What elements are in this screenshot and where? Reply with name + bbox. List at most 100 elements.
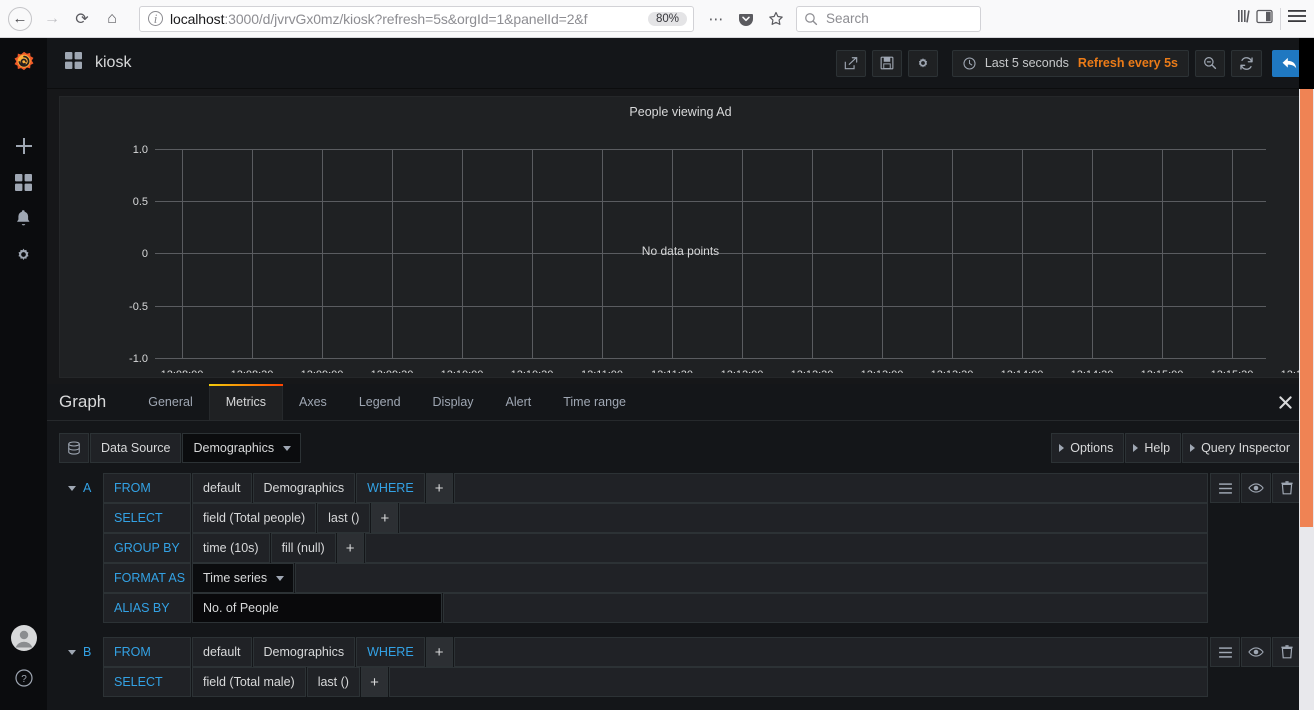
bookmark-star-icon[interactable] <box>762 5 790 33</box>
grafana-logo-icon[interactable] <box>0 48 47 82</box>
pocket-icon[interactable] <box>732 5 760 33</box>
from-measurement-segment[interactable]: Demographics <box>252 637 356 667</box>
plot-area[interactable]: 1.0 0.5 0 -0.5 -1.0 12:08:00 12:08:30 12… <box>60 125 1314 377</box>
svg-text:-0.5: -0.5 <box>129 301 148 313</box>
select-function-segment[interactable]: last () <box>306 667 360 697</box>
zoom-out-icon <box>1204 57 1217 70</box>
query-inspector-button[interactable]: Query Inspector <box>1182 433 1301 463</box>
query-b-menu-button[interactable] <box>1210 637 1240 667</box>
query-a-delete-button[interactable] <box>1272 473 1302 503</box>
format-row-filler <box>295 563 1208 593</box>
datasource-select[interactable]: Demographics <box>182 433 302 463</box>
dashboards-grid-icon[interactable] <box>65 52 82 74</box>
gear-icon <box>18 248 29 260</box>
browser-search-box[interactable]: Search <box>796 5 981 32</box>
query-a-menu-button[interactable] <box>1210 473 1240 503</box>
zoom-out-button[interactable] <box>1195 49 1225 77</box>
tab-legend[interactable]: Legend <box>343 384 417 420</box>
sidebar-item-configuration[interactable] <box>0 236 47 272</box>
svg-text:12:12:00: 12:12:00 <box>721 369 764 373</box>
query-a-select-row: SELECT field (Total people) last () + <box>103 503 1209 533</box>
browser-home-button[interactable]: ⌂ <box>97 4 127 34</box>
query-b-letter: B <box>83 645 92 659</box>
share-dashboard-button[interactable] <box>835 49 866 77</box>
select-field-segment[interactable]: field (Total people) <box>192 503 317 533</box>
select-label: SELECT <box>103 667 191 697</box>
add-where-button[interactable]: + <box>425 473 453 503</box>
add-groupby-button[interactable]: + <box>336 533 364 563</box>
browser-back-button[interactable]: ← <box>8 6 32 31</box>
add-select-button[interactable]: + <box>360 667 388 697</box>
sidebar-item-help[interactable]: ? <box>0 660 47 696</box>
save-dashboard-button[interactable] <box>871 49 902 77</box>
tab-time-range[interactable]: Time range <box>547 384 642 420</box>
add-where-button[interactable]: + <box>425 637 453 667</box>
from-policy-segment[interactable]: default <box>192 473 252 503</box>
eye-icon <box>1248 483 1264 493</box>
page-title[interactable]: kiosk <box>95 54 131 72</box>
datasource-row: Data Source Demographics Options Help Qu… <box>59 433 1302 463</box>
dashboard-settings-button[interactable] <box>907 49 938 77</box>
toolbar-divider <box>1280 7 1281 30</box>
alias-by-label: ALIAS BY <box>103 593 191 623</box>
tab-metrics[interactable]: Metrics <box>208 384 284 420</box>
help-button[interactable]: Help <box>1125 433 1182 463</box>
page-actions-icon[interactable]: ⋯ <box>702 5 730 33</box>
side-menu: ? <box>0 38 47 710</box>
zoom-level-badge[interactable]: 80% <box>647 11 687 26</box>
url-text: localhost:3000/d/jvrvGx0mz/kiosk?refresh… <box>170 11 644 27</box>
from-measurement-segment[interactable]: Demographics <box>252 473 356 503</box>
add-select-button[interactable]: + <box>371 503 399 533</box>
graph-panel[interactable]: People viewing Ad 1.0 0.5 0 -0.5 -1.0 No… <box>59 96 1314 378</box>
browser-reload-button[interactable]: ⟳ <box>67 4 97 34</box>
query-a-toggle-visibility-button[interactable] <box>1241 473 1271 503</box>
svg-text:-1.0: -1.0 <box>129 353 148 365</box>
groupby-fill-segment[interactable]: fill (null) <box>270 533 336 563</box>
options-button[interactable]: Options <box>1051 433 1125 463</box>
svg-text:12:14:30: 12:14:30 <box>1071 369 1114 373</box>
sidebar-icon[interactable] <box>1256 9 1273 29</box>
tab-axes[interactable]: Axes <box>283 384 343 420</box>
url-bar[interactable]: i localhost:3000/d/jvrvGx0mz/kiosk?refre… <box>139 5 694 32</box>
format-as-select[interactable]: Time series <box>192 563 295 593</box>
select-function-segment[interactable]: last () <box>317 503 371 533</box>
svg-text:12:08:00: 12:08:00 <box>161 369 204 373</box>
from-label: FROM <box>103 473 191 503</box>
sidebar-item-dashboards[interactable] <box>0 164 47 200</box>
panel-title[interactable]: People viewing Ad <box>60 97 1301 125</box>
select-field-segment[interactable]: field (Total male) <box>192 667 306 697</box>
page-scrollbar-thumb[interactable] <box>1300 89 1313 527</box>
grafana-app: ? kiosk Last 5 seconds Refresh every 5s … <box>0 38 1314 710</box>
datasource-label: Data Source <box>90 433 182 463</box>
svg-text:12:15:30: 12:15:30 <box>1211 369 1254 373</box>
sidebar-item-create[interactable] <box>0 128 47 164</box>
time-picker[interactable]: Last 5 seconds Refresh every 5s <box>951 49 1189 77</box>
refresh-button[interactable] <box>1231 49 1262 77</box>
query-b-toggle[interactable]: B <box>59 637 103 667</box>
query-a-format-row: FORMAT AS Time series <box>103 563 1209 593</box>
svg-text:12:15:00: 12:15:00 <box>1141 369 1184 373</box>
scrollbar-top-cap <box>1299 38 1314 89</box>
from-policy-segment[interactable]: default <box>192 637 252 667</box>
editor-body: Data Source Demographics Options Help Qu… <box>47 421 1314 697</box>
browser-toolbar: ← → ⟳ ⌂ i localhost:3000/d/jvrvGx0mz/kio… <box>0 0 1314 38</box>
tab-display[interactable]: Display <box>417 384 490 420</box>
from-label: FROM <box>103 637 191 667</box>
library-icon[interactable] <box>1237 8 1254 29</box>
hamburger-menu-icon <box>1218 482 1232 494</box>
groupby-time-segment[interactable]: time (10s) <box>192 533 270 563</box>
clock-icon <box>963 56 976 70</box>
tab-general[interactable]: General <box>132 384 208 420</box>
query-b-delete-button[interactable] <box>1272 637 1302 667</box>
svg-text:12:13:30: 12:13:30 <box>931 369 974 373</box>
tab-alert[interactable]: Alert <box>490 384 548 420</box>
share-icon <box>844 57 858 70</box>
alias-by-input[interactable]: No. of People <box>192 593 442 623</box>
browser-forward-button[interactable]: → <box>37 4 67 34</box>
query-a-toggle[interactable]: A <box>59 473 103 503</box>
hamburger-menu-icon[interactable] <box>1288 9 1306 28</box>
query-b-toggle-visibility-button[interactable] <box>1241 637 1271 667</box>
site-info-icon[interactable]: i <box>148 11 163 26</box>
avatar[interactable] <box>0 620 47 656</box>
sidebar-item-alerting[interactable] <box>0 200 47 236</box>
